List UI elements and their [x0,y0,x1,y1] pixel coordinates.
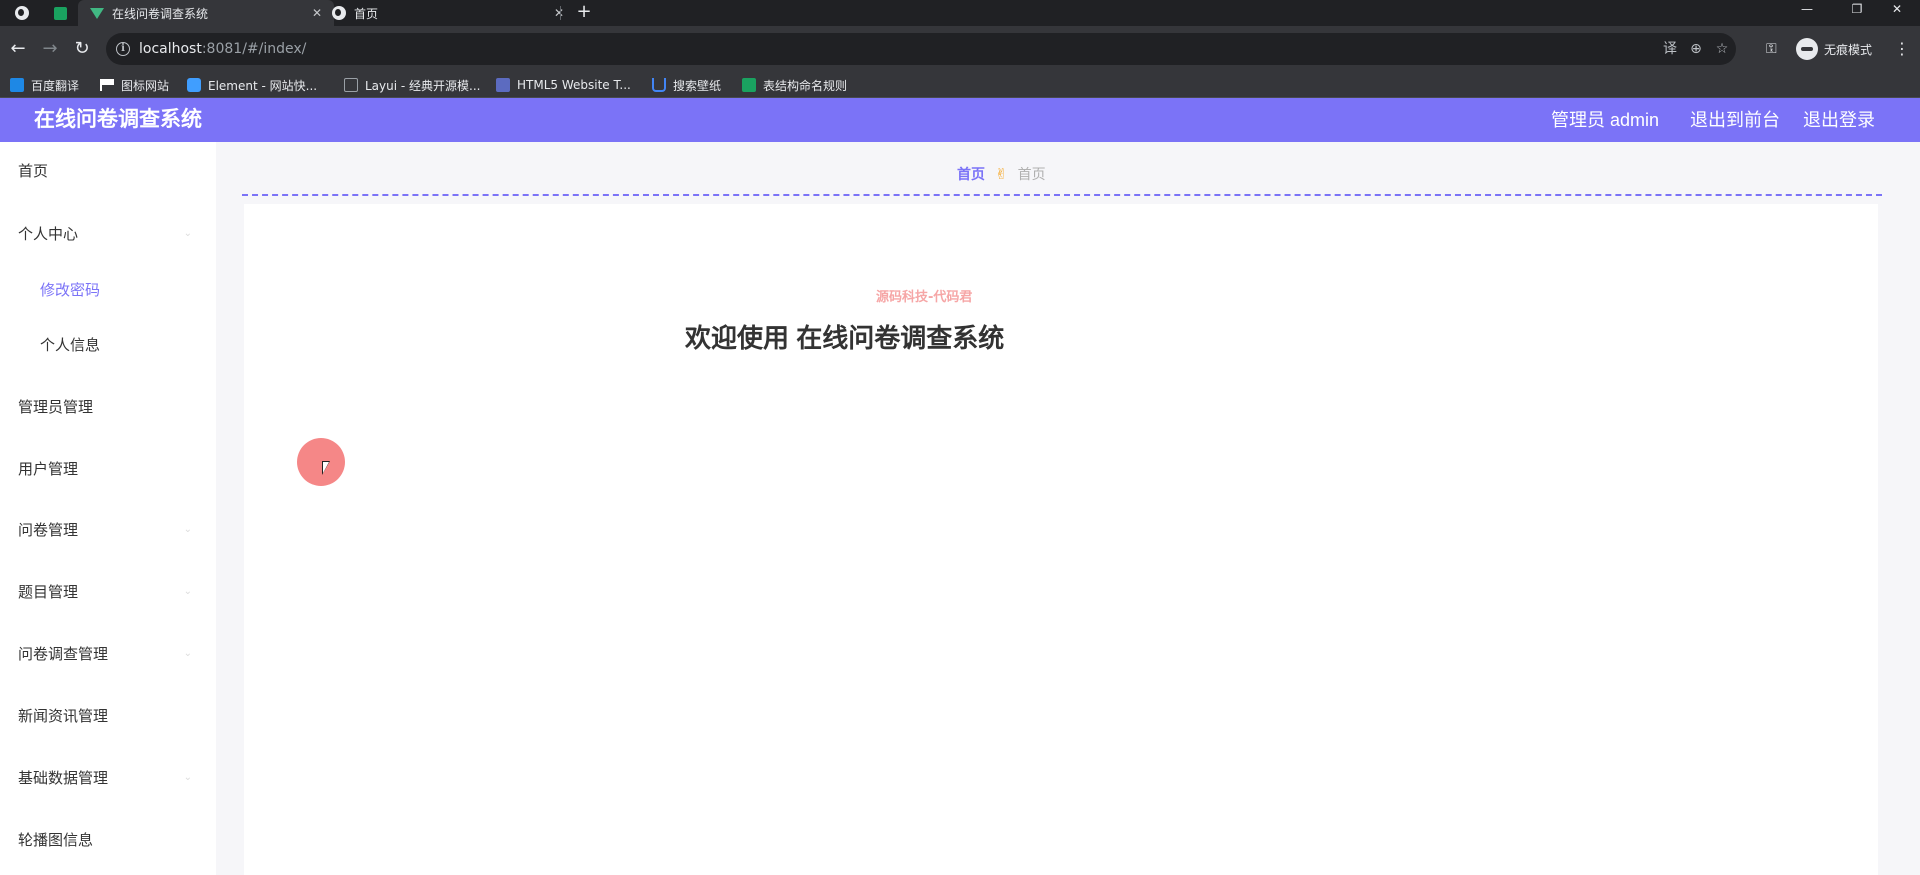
globe-icon [332,6,346,20]
globe-icon [15,6,29,20]
peace-hand-icon: ✌ [995,165,1008,183]
admin-user-link[interactable]: 管理员 admin [1551,98,1659,142]
incognito-label: 无痕模式 [1824,42,1873,57]
key-icon[interactable]: ⚿ [1766,26,1777,72]
app-title: 在线问卷调查系统 [34,108,202,131]
minimize-button[interactable]: — [1784,0,1830,20]
translate-icon [10,78,24,92]
forward-button[interactable]: → [36,26,64,72]
layui-icon [344,78,358,92]
bookmark-item[interactable]: HTML5 Website T... [496,72,631,98]
breadcrumb-home-link[interactable]: 首页 [957,164,985,184]
click-indicator [297,438,345,486]
bookmark-item[interactable]: 搜索壁纸 [652,72,721,98]
sidebar-item-personal-info[interactable]: 个人信息 [0,321,216,369]
bookmarks-bar: 百度翻译 图标网站 Element - 网站快... Layui - 经典开源模… [0,72,1920,98]
sheet-icon [53,6,67,20]
tab-title: 在线问卷调查系统 [112,6,209,21]
breadcrumb: 首页 ✌ 首页 [957,164,1046,184]
sidebar-item-news-management[interactable]: 新闻资讯管理 [0,692,216,740]
reload-button[interactable]: ↻ [68,26,96,72]
html5-icon [496,78,510,92]
sidebar-item-change-password[interactable]: 修改密码 [0,266,216,314]
welcome-card [244,204,1878,875]
mouse-cursor-icon [322,461,330,475]
bookmark-item[interactable]: 百度翻译 [10,72,79,98]
flag-icon [100,79,114,91]
main-content: 首页 ✌ 首页 [216,142,1920,875]
logout-link[interactable]: 退出登录 [1803,98,1875,142]
sidebar-item-question-management[interactable]: 题目管理 ⌄ [0,568,216,616]
watermark-text: 源码科技-代码君 [876,290,973,305]
translate-icon[interactable]: 译 [1660,33,1680,65]
exit-to-frontend-link[interactable]: 退出到前台 [1690,98,1780,142]
wallpaper-icon [652,78,666,92]
sidebar-item-user-management[interactable]: 用户管理 [0,445,216,493]
tab-home[interactable]: 首页 ✕ [320,0,576,26]
pinned-tab-2[interactable] [46,0,74,26]
app-header: 在线问卷调查系统 管理员 admin 退出到前台 退出登录 [0,98,1920,142]
sheet-icon [742,78,756,92]
browser-tab-strip: 在线问卷调查系统 ✕ 首页 ✕ + — ❐ ✕ [0,0,1920,26]
sidebar-item-admin-management[interactable]: 管理员管理 [0,383,216,431]
tab-title: 首页 [354,6,379,21]
new-tab-button[interactable]: + [574,0,594,26]
breadcrumb-divider [242,194,1882,196]
sidebar-item-home[interactable]: 首页 [0,147,216,195]
sidebar-item-basic-data-management[interactable]: 基础数据管理 ⌄ [0,754,216,802]
sidebar-item-personal-center[interactable]: 个人中心 ⌄ [0,210,216,258]
chevron-down-icon: ⌄ [183,524,192,535]
chevron-down-icon: ⌄ [183,648,192,659]
bookmark-star-icon[interactable]: ☆ [1712,33,1732,65]
close-icon[interactable]: ✕ [550,6,568,20]
info-icon[interactable]: i [116,42,130,56]
breadcrumb-current: 首页 [1017,167,1046,183]
bookmark-item[interactable]: 表结构命名规则 [742,72,847,98]
zoom-icon[interactable]: ⊕ [1686,33,1706,65]
chevron-down-icon: ⌄ [183,586,192,597]
sidebar-item-survey-management[interactable]: 问卷调查管理 ⌄ [0,630,216,678]
bookmark-item[interactable]: 图标网站 [100,72,169,98]
welcome-heading: 欢迎使用 在线问卷调查系统 [685,323,1005,353]
url-text[interactable]: localhost:8081/#/index/ [139,33,306,65]
hexagon-icon [187,78,201,92]
tab-separator [560,6,561,20]
browser-toolbar: ← → ↻ i localhost:8081/#/index/ 译 ⊕ ☆ ⚿ … [0,26,1920,72]
browser-menu-icon[interactable]: ⋮ [1894,26,1910,72]
back-button[interactable]: ← [4,26,32,72]
bookmark-item[interactable]: Element - 网站快... [187,72,317,98]
address-bar[interactable]: i localhost:8081/#/index/ 译 ⊕ ☆ [106,33,1736,65]
sidebar-item-questionnaire-management[interactable]: 问卷管理 ⌄ [0,506,216,554]
pinned-tab-1[interactable] [8,0,36,26]
chevron-down-icon: ⌄ [183,228,192,239]
sidebar-item-carousel-info[interactable]: 轮播图信息 [0,816,216,864]
incognito-indicator[interactable]: 无痕模式 [1796,37,1872,61]
incognito-icon [1796,38,1818,60]
chevron-down-icon: ⌄ [183,772,192,783]
tab-survey-system[interactable]: 在线问卷调查系统 ✕ [78,0,334,26]
window-close-button[interactable]: ✕ [1874,0,1920,20]
vue-icon [90,7,104,19]
bookmark-item[interactable]: Layui - 经典开源模... [344,72,480,98]
sidebar: 首页 个人中心 ⌄ 修改密码 个人信息 管理员管理 用户管理 问卷管理 ⌄ 题目管理… [0,142,216,875]
